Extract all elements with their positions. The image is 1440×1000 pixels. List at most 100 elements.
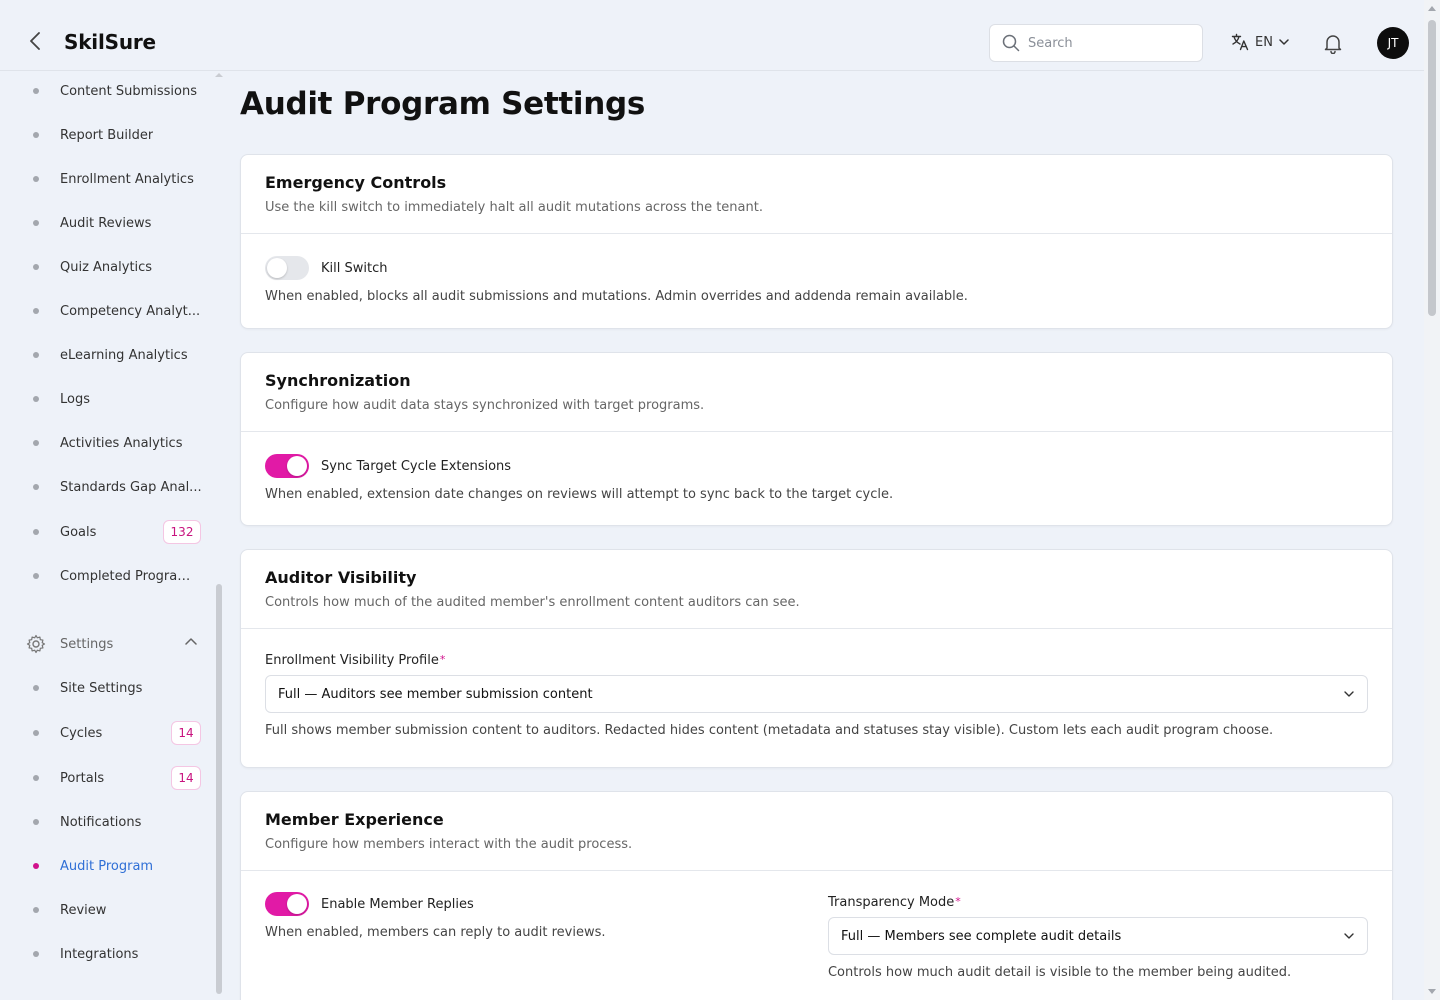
sidebar-section-settings[interactable]: Settings bbox=[0, 629, 210, 659]
bullet-icon bbox=[33, 264, 39, 270]
sidebar-scrollbar[interactable] bbox=[216, 584, 222, 994]
count-badge: 132 bbox=[163, 520, 201, 544]
scroll-up-icon[interactable] bbox=[1428, 6, 1436, 11]
bullet-icon bbox=[33, 730, 39, 736]
sidebar-item-goals[interactable]: Goals 132 bbox=[0, 517, 210, 547]
page-scrollbar-thumb[interactable] bbox=[1428, 20, 1436, 316]
sidebar-item-audit-reviews[interactable]: Audit Reviews bbox=[0, 208, 210, 238]
bullet-icon bbox=[33, 573, 39, 579]
bullet-icon bbox=[33, 529, 39, 535]
bullet-icon bbox=[33, 88, 39, 94]
auditor-visibility-card: Auditor Visibility Controls how much of … bbox=[240, 549, 1393, 768]
card-header: Emergency Controls Use the kill switch t… bbox=[241, 155, 1392, 234]
synchronization-card: Synchronization Configure how audit data… bbox=[240, 352, 1393, 526]
sidebar-scroll-up-icon[interactable] bbox=[215, 73, 223, 77]
user-avatar[interactable]: JT bbox=[1377, 27, 1409, 59]
field-label: Enrollment Visibility Profile* bbox=[265, 653, 1368, 668]
bullet-icon bbox=[33, 863, 39, 869]
sidebar-item-site-settings[interactable]: Site Settings bbox=[0, 673, 210, 703]
search-icon bbox=[1002, 34, 1020, 52]
field-label-text: Enrollment Visibility Profile bbox=[265, 653, 439, 668]
sidebar-item-cycles[interactable]: Cycles 14 bbox=[0, 718, 210, 748]
card-header: Member Experience Configure how members … bbox=[241, 792, 1392, 871]
required-marker: * bbox=[955, 895, 961, 908]
brand-logo[interactable]: SkilSure bbox=[64, 30, 156, 54]
card-header: Auditor Visibility Controls how much of … bbox=[241, 550, 1392, 629]
field-label: Transparency Mode* bbox=[828, 895, 1368, 910]
chevron-down-icon bbox=[1279, 39, 1289, 45]
toggle-label: Sync Target Cycle Extensions bbox=[321, 458, 512, 474]
toggle-label: Enable Member Replies bbox=[321, 896, 474, 912]
toggle-knob bbox=[287, 894, 307, 914]
sidebar-item-activities-analytics[interactable]: Activities Analytics bbox=[0, 428, 210, 458]
sidebar-item-elearning-analytics[interactable]: eLearning Analytics bbox=[0, 340, 210, 370]
sync-target-cycle-extensions-toggle[interactable] bbox=[265, 454, 309, 478]
field-label-text: Transparency Mode bbox=[827, 895, 955, 910]
bullet-icon bbox=[33, 685, 39, 691]
toggle-knob bbox=[287, 456, 307, 476]
sidebar-item-audit-program[interactable]: Audit Program bbox=[0, 851, 210, 881]
bullet-icon bbox=[33, 440, 39, 446]
emergency-controls-card: Emergency Controls Use the kill switch t… bbox=[240, 154, 1393, 329]
bullet-icon bbox=[33, 951, 39, 957]
help-text: Controls how much audit detail is visibl… bbox=[827, 965, 1292, 980]
sidebar-item-standards-gap-analysis[interactable]: Standards Gap Anal... bbox=[0, 472, 210, 502]
card-title: Emergency Controls bbox=[265, 173, 447, 192]
count-badge: 14 bbox=[171, 766, 201, 790]
gear-icon bbox=[26, 634, 46, 654]
sidebar-item-enrollment-analytics[interactable]: Enrollment Analytics bbox=[0, 164, 210, 194]
sidebar-item-completed-programs[interactable]: Completed Program... bbox=[0, 561, 210, 591]
member-experience-card: Member Experience Configure how members … bbox=[240, 791, 1393, 1000]
card-description: Use the kill switch to immediately halt … bbox=[265, 200, 763, 215]
bullet-icon bbox=[33, 220, 39, 226]
card-title: Synchronization bbox=[265, 371, 411, 390]
language-selector[interactable]: EN bbox=[1231, 33, 1289, 51]
card-description: Configure how audit data stays synchroni… bbox=[265, 398, 705, 413]
card-header: Synchronization Configure how audit data… bbox=[241, 353, 1392, 432]
back-button[interactable] bbox=[24, 30, 46, 52]
top-header: SkilSure EN JT bbox=[0, 0, 1424, 71]
bullet-icon bbox=[33, 775, 39, 781]
bullet-icon bbox=[33, 819, 39, 825]
sidebar-item-content-submissions[interactable]: Content Submissions bbox=[0, 76, 210, 106]
bullet-icon bbox=[33, 176, 39, 182]
bullet-icon bbox=[33, 484, 39, 490]
card-description: Controls how much of the audited member'… bbox=[265, 595, 800, 610]
required-marker: * bbox=[439, 653, 446, 666]
sidebar-item-review[interactable]: Review bbox=[0, 895, 210, 925]
sidebar-item-integrations[interactable]: Integrations bbox=[0, 939, 210, 969]
kill-switch-toggle[interactable] bbox=[265, 256, 309, 280]
help-text: When enabled, extension date changes on … bbox=[265, 487, 894, 502]
notifications-button[interactable] bbox=[1322, 32, 1344, 58]
bullet-icon bbox=[33, 907, 39, 913]
enable-member-replies-toggle[interactable] bbox=[265, 892, 309, 916]
transparency-mode-select[interactable]: Full — Members see complete audit detail… bbox=[827, 917, 1368, 955]
sidebar-item-competency-analytics[interactable]: Competency Analyt... bbox=[0, 296, 210, 326]
sidebar-item-logs[interactable]: Logs bbox=[0, 384, 210, 414]
help-text: When enabled, members can reply to audit… bbox=[265, 925, 606, 940]
sidebar-item-notifications[interactable]: Notifications bbox=[0, 807, 210, 837]
sidebar-item-report-builder[interactable]: Report Builder bbox=[0, 120, 210, 150]
toggle-knob bbox=[267, 258, 287, 278]
bullet-icon bbox=[33, 352, 39, 358]
sidebar: Content Submissions Report Builder Enrol… bbox=[0, 71, 224, 1000]
sidebar-item-portals[interactable]: Portals 14 bbox=[0, 763, 210, 793]
translate-icon bbox=[1231, 33, 1249, 51]
count-badge: 14 bbox=[171, 721, 201, 745]
search-box[interactable] bbox=[989, 24, 1203, 62]
card-title: Auditor Visibility bbox=[265, 568, 417, 587]
select-value: Full — Members see complete audit detail… bbox=[840, 928, 1122, 944]
scroll-down-icon[interactable] bbox=[1428, 989, 1436, 994]
chevron-down-icon bbox=[1344, 691, 1354, 697]
select-value: Full — Auditors see member submission co… bbox=[278, 686, 593, 702]
help-text: Full shows member submission content to … bbox=[265, 723, 1274, 738]
sidebar-item-quiz-analytics[interactable]: Quiz Analytics bbox=[0, 252, 210, 282]
search-input[interactable] bbox=[1028, 35, 1188, 51]
chevron-up-icon bbox=[185, 638, 197, 645]
page-title: Audit Program Settings bbox=[240, 86, 646, 122]
enrollment-visibility-profile-select[interactable]: Full — Auditors see member submission co… bbox=[265, 675, 1368, 713]
bullet-icon bbox=[33, 132, 39, 138]
chevron-left-icon bbox=[30, 32, 40, 50]
bullet-icon bbox=[33, 308, 39, 314]
toggle-label: Kill Switch bbox=[321, 260, 388, 276]
